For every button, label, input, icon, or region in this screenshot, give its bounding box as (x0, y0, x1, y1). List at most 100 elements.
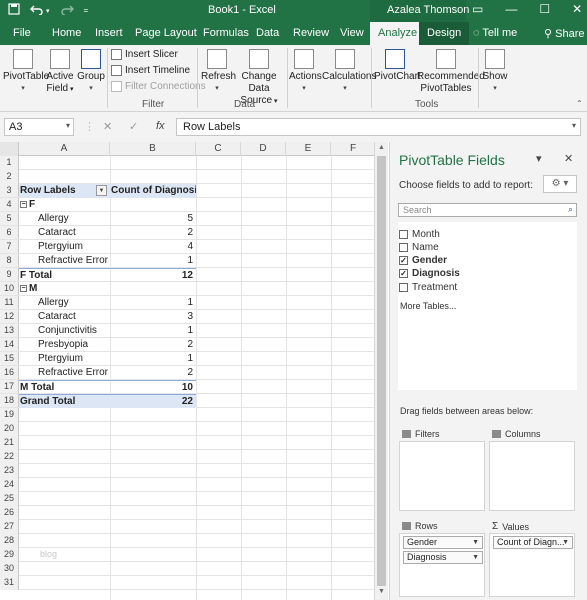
pivot-item-value[interactable]: 1 (110, 254, 196, 268)
worksheet-grid[interactable]: A B C D E F 31 30 29 28 27 26 25 24 23 22 21 20 19 18… (0, 142, 374, 600)
pivot-item-value[interactable]: 3 (110, 310, 196, 324)
pivot-item-value[interactable]: 2 (110, 366, 196, 380)
rows-area[interactable]: Gender ▼ Diagnosis ▼ (399, 533, 485, 597)
undo-dropdown-icon[interactable]: ▾ (46, 7, 50, 18)
ribbon-display-options-icon[interactable]: ▭ (472, 2, 483, 16)
insert-slicer-button[interactable]: Insert Slicer (111, 49, 178, 60)
close-icon[interactable]: ✕ (564, 152, 573, 165)
pivot-item-label[interactable]: Allergy (38, 212, 110, 226)
filter-dropdown-icon[interactable]: ▼ (96, 185, 107, 196)
row-number-header[interactable]: 1 (0, 156, 19, 170)
more-tables-link[interactable]: More Tables... (400, 301, 456, 311)
chevron-down-icon[interactable]: ▼ (472, 552, 479, 563)
tell-me-box[interactable]: ◌ Tell me (473, 27, 517, 39)
customize-qat-icon[interactable]: = (84, 6, 89, 18)
values-area[interactable]: Count of Diagn... ▼ (489, 533, 575, 597)
chevron-down-icon[interactable]: ▼ (562, 537, 569, 548)
field-item-month[interactable]: Month (399, 229, 440, 240)
pivot-value-header[interactable]: Count of Diagnosis (110, 184, 196, 198)
pivot-item-value[interactable]: 4 (110, 240, 196, 254)
share-button[interactable]: ⚲ Share (544, 27, 584, 40)
actions-button[interactable]: Actions ▾ (289, 49, 322, 95)
pivot-item-value[interactable]: 1 (110, 296, 196, 310)
pivot-item-value[interactable]: 2 (110, 338, 196, 352)
field-checkbox-checked[interactable]: ✓ (399, 256, 408, 265)
column-header[interactable]: F (331, 142, 374, 156)
row-number-header[interactable]: 26 (0, 506, 19, 520)
pane-options-icon[interactable]: ▾ (536, 152, 542, 165)
pivot-item-value[interactable]: 1 (110, 352, 196, 366)
expand-formula-icon[interactable]: ▾ (572, 121, 576, 130)
row-number-header[interactable]: 2 (0, 170, 19, 184)
pivot-item-label[interactable]: Refractive Error (38, 366, 110, 380)
field-item-name[interactable]: Name (399, 242, 439, 253)
tab-insert[interactable]: Insert (95, 27, 123, 39)
pivot-row-labels-header[interactable]: Row Labels ▼ (19, 184, 110, 198)
pivot-item-label[interactable]: Cataract (38, 310, 110, 324)
redo-icon[interactable] (60, 3, 74, 18)
search-icon[interactable]: ⌕ (568, 204, 573, 215)
tab-home[interactable]: Home (52, 27, 81, 39)
tab-file[interactable]: File (13, 27, 31, 39)
save-icon[interactable] (8, 3, 20, 18)
filters-area[interactable] (399, 441, 485, 511)
row-number-header[interactable]: 27 (0, 520, 19, 534)
collapse-icon[interactable]: − (20, 285, 27, 292)
pivot-item-label[interactable]: Allergy (38, 296, 110, 310)
recommended-pivottables-button[interactable]: Recommended PivotTables (417, 49, 485, 95)
tab-page-layout[interactable]: Page Layout (135, 27, 197, 39)
row-number-header[interactable]: 20 (0, 422, 19, 436)
column-header[interactable]: E (286, 142, 331, 156)
pivot-item-label[interactable]: Ptergyium (38, 240, 110, 254)
pivot-grand-total-label[interactable]: Grand Total (19, 394, 110, 408)
row-number-header[interactable]: 25 (0, 492, 19, 506)
formula-input[interactable]: Row Labels ▾ (176, 118, 581, 136)
restore-icon[interactable]: ☐ (539, 2, 550, 16)
tab-design[interactable]: Design (419, 22, 470, 45)
pivot-item-label[interactable]: Presbyopia (38, 338, 110, 352)
active-field-button[interactable]: Active Field ▾ (45, 49, 75, 96)
show-button[interactable]: Show ▾ (482, 49, 508, 95)
pivot-item-label[interactable]: Cataract (38, 226, 110, 240)
row-number-header[interactable]: 28 (0, 534, 19, 548)
undo-icon[interactable] (30, 3, 44, 18)
gear-icon[interactable]: ⚙ ▾ (543, 175, 577, 193)
cancel-icon[interactable]: ✕ (103, 120, 112, 133)
pivot-item-label[interactable]: Refractive Error (38, 254, 110, 268)
group-button[interactable]: Group ▾ (77, 49, 105, 95)
vertical-scrollbar[interactable]: ▲ ▼ (374, 142, 388, 600)
refresh-button[interactable]: Refresh ▾ (201, 49, 236, 95)
field-checkbox[interactable] (399, 283, 408, 292)
pivot-grand-total-value[interactable]: 22 (110, 394, 196, 408)
values-field-chip[interactable]: Count of Diagn... ▼ (493, 536, 573, 549)
field-checkbox[interactable] (399, 230, 408, 239)
pivot-item-label[interactable]: Ptergyium (38, 352, 110, 366)
pivot-item-value[interactable]: 5 (110, 212, 196, 226)
column-header[interactable]: D (241, 142, 286, 156)
tab-review[interactable]: Review (293, 27, 329, 39)
tab-analyze[interactable]: Analyze (370, 22, 426, 45)
pivot-item-value[interactable]: 2 (110, 226, 196, 240)
name-box[interactable]: A3 ▾ (4, 118, 74, 136)
user-name[interactable]: Azalea Thomson (387, 4, 469, 16)
row-number-header[interactable]: 24 (0, 478, 19, 492)
pivot-subtotal-value[interactable]: 12 (110, 268, 196, 282)
filter-connections-button[interactable]: Filter Connections (111, 81, 206, 92)
pivot-subtotal-label[interactable]: F Total (19, 268, 110, 282)
insert-timeline-button[interactable]: Insert Timeline (111, 65, 190, 76)
pivot-group-m[interactable]: − M (19, 282, 110, 296)
minimize-icon[interactable]: — (505, 2, 517, 16)
field-checkbox[interactable] (399, 243, 408, 252)
columns-area[interactable] (489, 441, 575, 511)
field-search-input[interactable]: Search ⌕ (398, 203, 577, 217)
pivot-item-label[interactable]: Conjunctivitis (38, 324, 110, 338)
field-item-diagnosis[interactable]: ✓ Diagnosis (399, 268, 460, 279)
column-header[interactable]: A (19, 142, 110, 156)
row-number-header[interactable]: 29 (0, 548, 19, 562)
pivot-group-f[interactable]: − F (19, 198, 110, 212)
collapse-ribbon-icon[interactable]: ⌃ (576, 99, 583, 108)
column-header[interactable]: B (110, 142, 196, 156)
tab-view[interactable]: View (340, 27, 364, 39)
scroll-down-icon[interactable]: ▼ (378, 588, 385, 595)
enter-icon[interactable]: ✓ (129, 120, 138, 133)
